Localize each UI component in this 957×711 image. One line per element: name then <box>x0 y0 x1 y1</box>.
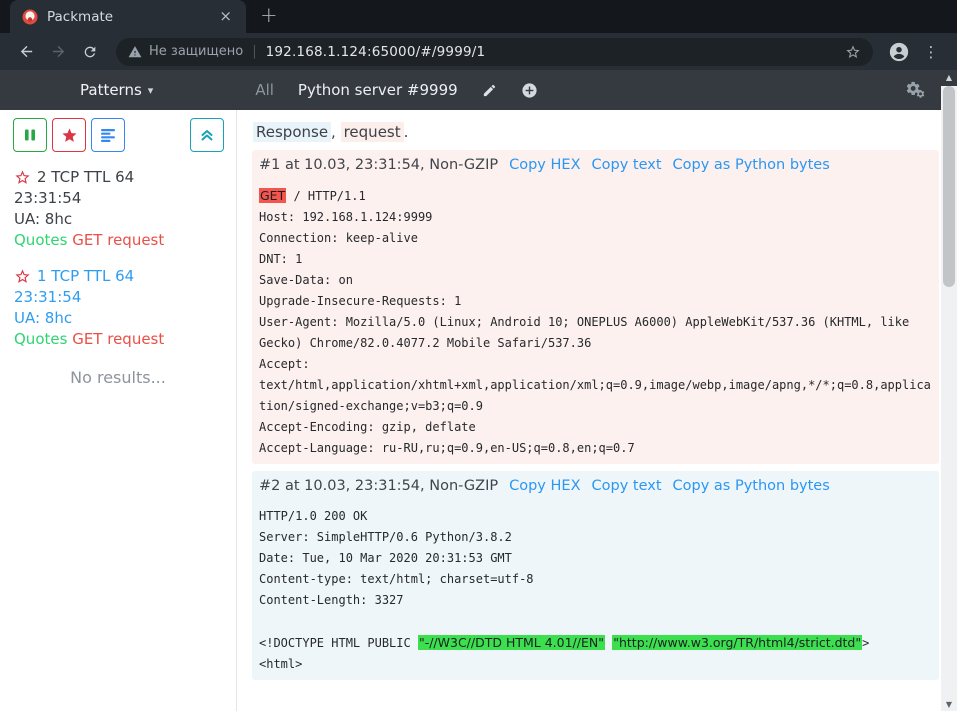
stream-title: 2 TCP TTL 64 <box>37 167 134 188</box>
cogs-icon <box>905 80 927 100</box>
copy-python-bytes-link[interactable]: Copy as Python bytes <box>673 478 830 494</box>
align-left-icon <box>100 128 116 142</box>
copy-hex-link[interactable]: Copy HEX <box>509 157 580 173</box>
legend-period: . <box>404 123 409 141</box>
tab-current-pattern[interactable]: Python server #9999 <box>298 81 458 99</box>
reload-button[interactable] <box>77 39 103 65</box>
legend-request: request <box>341 122 404 142</box>
new-tab-button[interactable]: + <box>246 3 290 33</box>
vertical-scrollbar[interactable]: ▲ ▼ <box>941 70 957 711</box>
pause-capture-button[interactable] <box>13 118 47 152</box>
packet-header: #1 at 10.03, 23:31:54, Non-GZIP Copy HEX… <box>257 156 934 173</box>
packmate-favicon <box>22 9 38 25</box>
star-outline-icon[interactable] <box>14 169 31 186</box>
pencil-icon <box>482 83 497 98</box>
highlighted-match: "-//W3C//DTD HTML 4.01//EN" <box>418 635 605 650</box>
packet-payload: GET / HTTP/1.1 Host: 192.168.1.124:9999 … <box>257 185 934 459</box>
plus-circle-icon <box>521 82 538 99</box>
color-legend: Response, request. <box>253 123 939 141</box>
chevron-down-icon: ▾ <box>148 84 154 97</box>
collapse-list-button[interactable] <box>190 118 224 152</box>
highlighted-match: "http://www.w3.org/TR/html4/strict.dtd" <box>612 635 862 650</box>
scroll-up-arrow-icon[interactable]: ▲ <box>941 70 957 86</box>
stream-tags: Quotes GET request <box>14 329 236 350</box>
tab-all[interactable]: All <box>255 81 274 99</box>
page-body: 2 TCP TTL 64 23:31:54 UA: 8hc Quotes GET… <box>0 110 957 711</box>
back-button[interactable] <box>13 39 39 65</box>
back-icon <box>18 43 35 60</box>
copy-text-link[interactable]: Copy text <box>592 478 662 494</box>
pattern-tabs: All Python server #9999 <box>255 81 537 99</box>
copy-hex-link[interactable]: Copy HEX <box>509 478 580 494</box>
avatar-icon <box>888 41 910 63</box>
stream-tags: Quotes GET request <box>14 230 236 251</box>
star-outline-icon[interactable] <box>14 268 31 285</box>
copy-text-link[interactable]: Copy text <box>592 157 662 173</box>
packet-payload: HTTP/1.0 200 OK Server: SimpleHTTP/0.6 P… <box>257 506 934 675</box>
packet-card-request: #1 at 10.03, 23:31:54, Non-GZIP Copy HEX… <box>252 150 939 464</box>
packet-card-response: #2 at 10.03, 23:31:54, Non-GZIP Copy HEX… <box>252 471 939 680</box>
not-secure-warning-icon[interactable] <box>128 45 142 59</box>
highlighted-match: GET <box>259 188 286 203</box>
browser-tab[interactable]: Packmate × <box>10 0 246 33</box>
tag-quotes: Quotes <box>14 330 67 348</box>
stream-toolbar <box>0 118 236 152</box>
security-label[interactable]: Не защищено <box>149 44 243 59</box>
copy-python-bytes-link[interactable]: Copy as Python bytes <box>673 157 830 173</box>
pause-icon <box>23 128 37 142</box>
packet-header: #2 at 10.03, 23:31:54, Non-GZIP Copy HEX… <box>257 477 934 494</box>
forward-button[interactable] <box>45 39 71 65</box>
add-pattern-button[interactable] <box>521 82 538 99</box>
packet-title: #1 at 10.03, 23:31:54, Non-GZIP <box>259 157 498 173</box>
forward-icon <box>50 43 67 60</box>
stream-ua: UA: 8hc <box>14 209 236 230</box>
no-results-message: No results... <box>0 368 236 387</box>
tab-title: Packmate <box>47 9 215 25</box>
stream-time: 23:31:54 <box>14 188 236 209</box>
bookmark-star-icon[interactable] <box>845 44 861 60</box>
legend-separator: , <box>331 123 341 141</box>
browser-menu-button[interactable]: ⋮ <box>918 39 944 65</box>
app-header: Patterns ▾ All Python server #9999 <box>0 70 957 110</box>
tag-get-request: GET request <box>72 231 164 249</box>
reload-icon <box>82 44 98 60</box>
favorites-filter-button[interactable] <box>52 118 86 152</box>
packet-title: #2 at 10.03, 23:31:54, Non-GZIP <box>259 478 498 494</box>
url-text[interactable]: 192.168.1.124:65000/#/9999/1 <box>266 44 837 60</box>
address-bar[interactable]: Не защищено | 192.168.1.124:65000/#/9999… <box>116 38 873 66</box>
patterns-label: Patterns <box>80 81 142 99</box>
tab-close-icon[interactable]: × <box>215 7 236 26</box>
edit-pattern-button[interactable] <box>482 83 497 98</box>
streams-sidebar: 2 TCP TTL 64 23:31:54 UA: 8hc Quotes GET… <box>0 110 237 711</box>
tag-quotes: Quotes <box>14 231 67 249</box>
scroll-down-arrow-icon[interactable]: ▼ <box>941 700 957 709</box>
profile-avatar[interactable] <box>886 39 912 65</box>
tag-get-request: GET request <box>72 330 164 348</box>
stream-list-item[interactable]: 2 TCP TTL 64 23:31:54 UA: 8hc Quotes GET… <box>14 167 236 251</box>
browser-toolbar: Не защищено | 192.168.1.124:65000/#/9999… <box>0 33 957 70</box>
legend-response: Response <box>253 122 331 142</box>
stream-time: 23:31:54 <box>14 287 236 308</box>
chevron-double-up-icon <box>200 128 214 142</box>
star-icon <box>61 127 78 144</box>
browser-tab-strip: Packmate × + <box>0 0 957 33</box>
stream-ua: UA: 8hc <box>14 308 236 329</box>
stream-title: 1 TCP TTL 64 <box>37 266 134 287</box>
browser-window: Packmate × + Не защищено | 192.168.1.124… <box>0 0 957 711</box>
settings-button[interactable] <box>905 80 927 100</box>
stream-list-item-selected[interactable]: 1 TCP TTL 64 23:31:54 UA: 8hc Quotes GET… <box>14 266 236 350</box>
address-divider: | <box>252 44 256 59</box>
packets-panel: Response, request. #1 at 10.03, 23:31:54… <box>237 110 957 711</box>
scrollbar-thumb[interactable] <box>943 86 955 287</box>
list-view-button[interactable] <box>91 118 125 152</box>
patterns-dropdown[interactable]: Patterns ▾ <box>80 81 153 99</box>
